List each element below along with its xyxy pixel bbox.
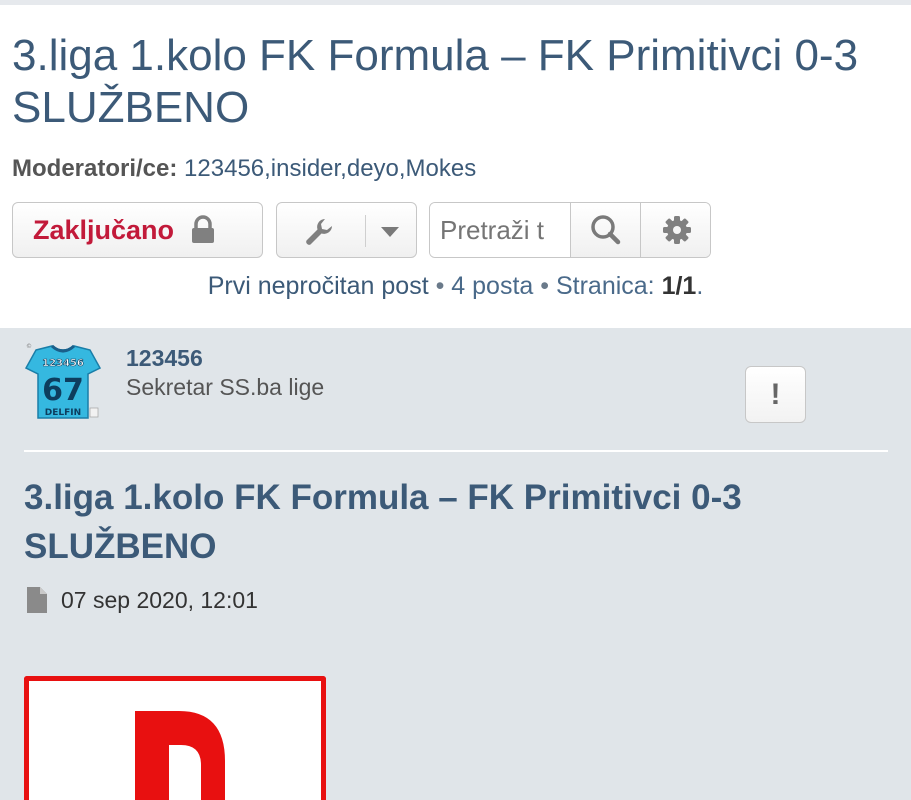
settings-button[interactable] bbox=[640, 203, 710, 257]
topic-title[interactable]: 3.liga 1.kolo FK Formula – FK Primitivci… bbox=[12, 30, 892, 134]
avatar[interactable]: © 123456 67 DELFIN bbox=[24, 342, 102, 422]
post: © 123456 67 DELFIN 123456 Sekretar SS.ba… bbox=[0, 328, 911, 800]
post-title[interactable]: 3.liga 1.kolo FK Formula – FK Primitivci… bbox=[24, 473, 884, 571]
page-value: 1/1 bbox=[661, 272, 697, 300]
search-box bbox=[429, 202, 711, 258]
locked-label: Zaključano bbox=[33, 214, 175, 245]
post-meta: 07 sep 2020, 12:01 bbox=[26, 586, 258, 614]
post-count: 4 posta bbox=[451, 272, 534, 300]
search-input[interactable] bbox=[430, 203, 570, 257]
search-icon bbox=[591, 215, 621, 245]
document-icon bbox=[27, 587, 47, 613]
post-divider bbox=[24, 450, 888, 452]
wrench-icon bbox=[303, 216, 335, 248]
separator: • bbox=[533, 272, 556, 300]
report-button[interactable]: ! bbox=[745, 366, 806, 423]
report-icon: ! bbox=[770, 377, 781, 411]
red-logo-graphic bbox=[135, 711, 225, 800]
post-date: 07 sep 2020, 12:01 bbox=[61, 586, 258, 613]
avatar-team: DELFIN bbox=[45, 408, 81, 418]
moderators-list[interactable]: 123456,insider,deyo,Mokes bbox=[184, 155, 476, 182]
gear-icon bbox=[663, 216, 691, 244]
svg-text:©: © bbox=[26, 343, 32, 350]
first-unread-link[interactable]: Prvi nepročitan post bbox=[208, 272, 429, 300]
moderators: Moderatori/ce: 123456,insider,deyo,Mokes bbox=[12, 155, 476, 183]
top-strip bbox=[0, 0, 911, 5]
tools-divider bbox=[365, 215, 366, 247]
post-image bbox=[24, 676, 326, 800]
locked-button[interactable]: Zaključano bbox=[12, 202, 263, 258]
avatar-shirt-number: 67 bbox=[42, 373, 84, 408]
post-author[interactable]: 123456 bbox=[126, 345, 203, 372]
lock-icon bbox=[190, 215, 216, 245]
page-end: . bbox=[696, 272, 704, 300]
moderators-label: Moderatori/ce: bbox=[12, 155, 178, 182]
caret-down-icon[interactable] bbox=[381, 227, 399, 237]
page-label: Stranica: bbox=[555, 272, 662, 300]
pagination-info: Prvi nepročitan post • 4 posta • Stranic… bbox=[0, 272, 911, 301]
post-rank: Sekretar SS.ba lige bbox=[126, 374, 325, 400]
search-button[interactable] bbox=[570, 203, 640, 257]
separator: • bbox=[428, 272, 452, 300]
tools-button[interactable] bbox=[276, 202, 417, 258]
avatar-shirt-name: 123456 bbox=[42, 358, 84, 369]
